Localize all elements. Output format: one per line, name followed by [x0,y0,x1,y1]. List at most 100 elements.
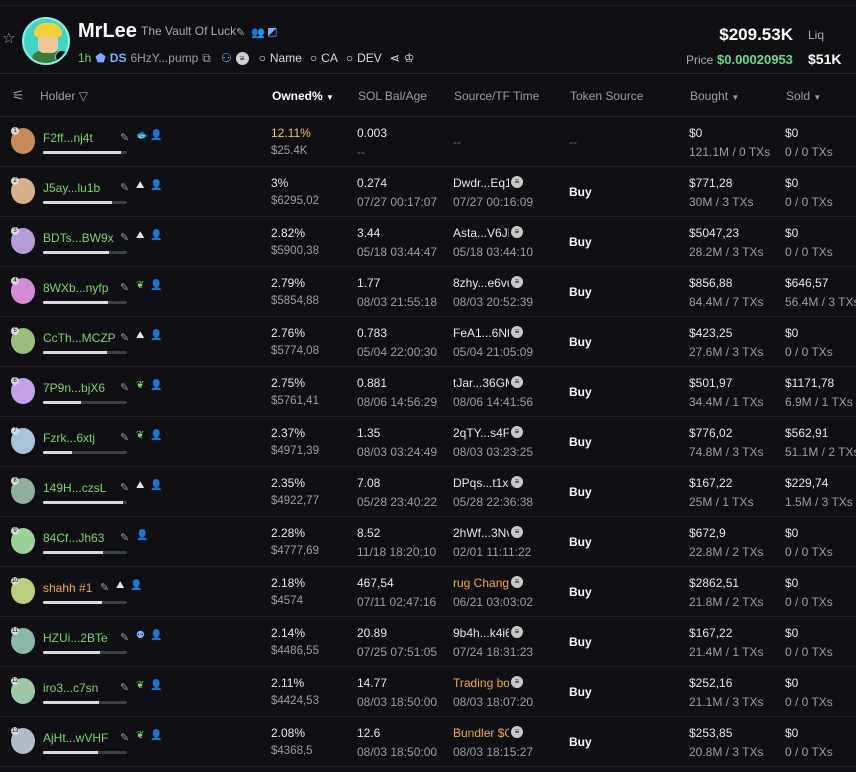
edit-icon[interactable]: ✎ [120,131,129,144]
holder-address[interactable]: 84Cf...Jh63 [43,531,104,545]
holder-row[interactable]: 12 iro3...c7sn ✎ ❦ 👤 2.11% $4424,53 14.77… [0,667,856,717]
holder-address[interactable]: 149H...czsL [43,481,106,495]
funding-source[interactable]: Asta...V6JL≡ [453,226,523,240]
holder-avatar[interactable]: 3 [11,227,35,254]
holder-row[interactable]: 7 Fzrk...6xtj ✎ ❦ 👤 2.37% $4971,39 1.35 0… [0,417,856,467]
edit-icon[interactable]: ✎ [120,431,129,444]
edit-icon[interactable]: ✎ [120,281,129,294]
holder-row[interactable]: 2 J5ay...lu1b ✎ ⛰ 👤 3% $6295,02 0.274 07/… [0,167,856,217]
col-sol-bal-age[interactable]: SOL Bal/Age [358,89,427,103]
holder-address[interactable]: CcTh...MCZP [43,331,116,345]
holder-address[interactable]: 7P9n...bjX6 [43,381,105,395]
holder-row[interactable]: 8 149H...czsL ✎ ⛰ 👤 2.35% $4922,77 7.08 0… [0,467,856,517]
search-ca-link[interactable]: CA [321,51,338,65]
share-icon[interactable]: ⋖ [390,51,400,65]
funding-source[interactable]: 2hWf...3Nv ≡ [453,526,523,540]
holder-avatar[interactable]: 13 [11,727,35,754]
filter-settings-icon[interactable]: ⚟ [12,87,25,104]
col-holder[interactable]: Holder ▽ [40,89,88,103]
token-avatar[interactable] [22,17,70,65]
holder-row[interactable]: 5 CcTh...MCZP ✎ ⛰ 👤 2.76% $5774,08 0.783 … [0,317,856,367]
funding-time: 07/24 18:31:23 [453,645,534,659]
community-icon[interactable]: ⚇ [221,51,232,65]
funding-source[interactable]: DPqs...t1xc≡ [453,476,523,490]
holder-avatar[interactable]: 7 [11,427,35,454]
holder-avatar[interactable]: 4 [11,277,35,304]
rank-badge: 8 [11,477,19,485]
edit-icon[interactable]: ✎ [120,531,129,544]
col-owned[interactable]: Owned% ▼ [272,89,334,103]
funding-source[interactable]: 2qTY...s4Fi ≡ [453,426,523,440]
star-icon[interactable]: ☆ [2,31,16,46]
edit-icon[interactable]: ✎ [100,581,109,594]
holder-avatar[interactable]: 2 [11,177,35,204]
funding-source[interactable]: 9b4h...k4i6 ≡ [453,626,523,640]
funding-source-label: 9b4h...k4i6 [453,626,509,640]
edit-icon[interactable]: ✎ [236,26,245,39]
holder-avatar[interactable]: 8 [11,477,35,504]
col-sold[interactable]: Sold ▼ [786,89,821,103]
holder-address[interactable]: F2ff...nj4t [43,131,93,145]
holder-avatar[interactable]: 6 [11,377,35,404]
funding-source[interactable]: Trading bo ≡ [453,676,523,690]
holder-address[interactable]: J5ay...lu1b [43,181,100,195]
owned-percent: 2.14% [271,626,306,640]
search-dev-link[interactable]: DEV [357,51,382,65]
holder-address[interactable]: BDTs...BW9x [43,231,114,245]
holder-row[interactable]: 13 AjHt...wVHF ✎ ❦ 👤 2.08% $4368,5 12.6 0… [0,717,856,767]
holder-address[interactable]: HZUi...2BTe [43,631,108,645]
edit-icon[interactable]: ✎ [120,181,129,194]
holder-avatar[interactable]: 10 [11,577,35,604]
funding-source[interactable]: FeA1...6Nty≡ [453,326,523,340]
edit-icon[interactable]: ✎ [120,381,129,394]
dex-label[interactable]: DS [110,51,127,65]
funding-source[interactable]: 8zhy...e6vu≡ [453,276,523,290]
holder-row[interactable]: 11 HZUi...2BTe ✎ ⚉ 👤 2.14% $4486,55 20.89… [0,617,856,667]
col-source-tf-time[interactable]: Source/TF Time [454,89,539,103]
holder-row[interactable]: 3 BDTs...BW9x ✎ ⛰ 👤 2.82% $5900,38 3.44 0… [0,217,856,267]
token-name[interactable]: MrLee [78,20,137,43]
sort-icon: ▼ [731,93,740,102]
verified-icon[interactable]: ◩ [267,25,277,38]
users-icon[interactable]: 👥 [251,26,265,39]
token-address[interactable]: 6HzY...pump [130,51,198,65]
funding-source[interactable]: rug Chang ≡ [453,576,523,590]
holder-row[interactable]: 10 shahh #1 ✎ ⛰ 👤 2.18% $4574 467,54 07/1… [0,567,856,617]
copy-icon[interactable]: ⧉ [202,51,211,66]
col-bought[interactable]: Bought ▼ [690,89,739,103]
edit-icon[interactable]: ✎ [120,331,129,344]
holder-row[interactable]: 6 7P9n...bjX6 ✎ ❦ 👤 2.75% $5761,41 0.881 … [0,367,856,417]
holder-avatar[interactable]: 9 [11,527,35,554]
holder-address[interactable]: AjHt...wVHF [43,731,108,745]
holder-address[interactable]: 8WXb...nyfp [43,281,108,295]
funding-source[interactable]: Dwdr...Eq1 ≡ [453,176,523,190]
owned-usd: $5761,41 [271,395,319,407]
coin-icon[interactable]: ≡ [235,51,249,65]
holder-address[interactable]: shahh #1 [43,581,92,595]
funding-source[interactable]: tJar...36GM≡ [453,376,523,390]
holder-address[interactable]: Fzrk...6xtj [43,431,95,445]
search-name-link[interactable]: Name [270,51,302,65]
funding-source[interactable]: Bundler $C ≡ [453,726,523,740]
user-icon: 👤 [150,230,163,241]
holder-row[interactable]: 1 F2ff...nj4t ✎ 🐟 👤 12.11% $25.4K 0.003 -… [0,117,856,167]
holder-row[interactable]: 4 8WXb...nyfp ✎ ❦ 👤 2.79% $5854,88 1.77 0… [0,267,856,317]
edit-icon[interactable]: ✎ [120,631,129,644]
sold-detail: 0 / 0 TXs [785,245,833,259]
holder-avatar[interactable]: 12 [11,677,35,704]
holder-avatar[interactable]: 1 [11,127,35,154]
funding-time: 08/03 18:07:20 [453,695,534,709]
bought-usd: $167,22 [689,476,733,490]
col-token-source[interactable]: Token Source [570,89,643,103]
edit-icon[interactable]: ✎ [120,481,129,494]
crown-icon[interactable]: ♔ [404,51,415,65]
edit-icon[interactable]: ✎ [120,231,129,244]
holder-avatar[interactable]: 5 [11,327,35,354]
funding-time: 06/21 03:03:02 [453,595,534,609]
edit-icon[interactable]: ✎ [120,731,129,744]
holder-row[interactable]: 9 84Cf...Jh63 ✎ 👤 2.28% $4777,69 8.52 11… [0,517,856,567]
holder-address[interactable]: iro3...c7sn [43,681,98,695]
holder-avatar[interactable]: 11 [11,627,35,654]
edit-icon[interactable]: ✎ [120,681,129,694]
holding-bar [43,751,127,754]
